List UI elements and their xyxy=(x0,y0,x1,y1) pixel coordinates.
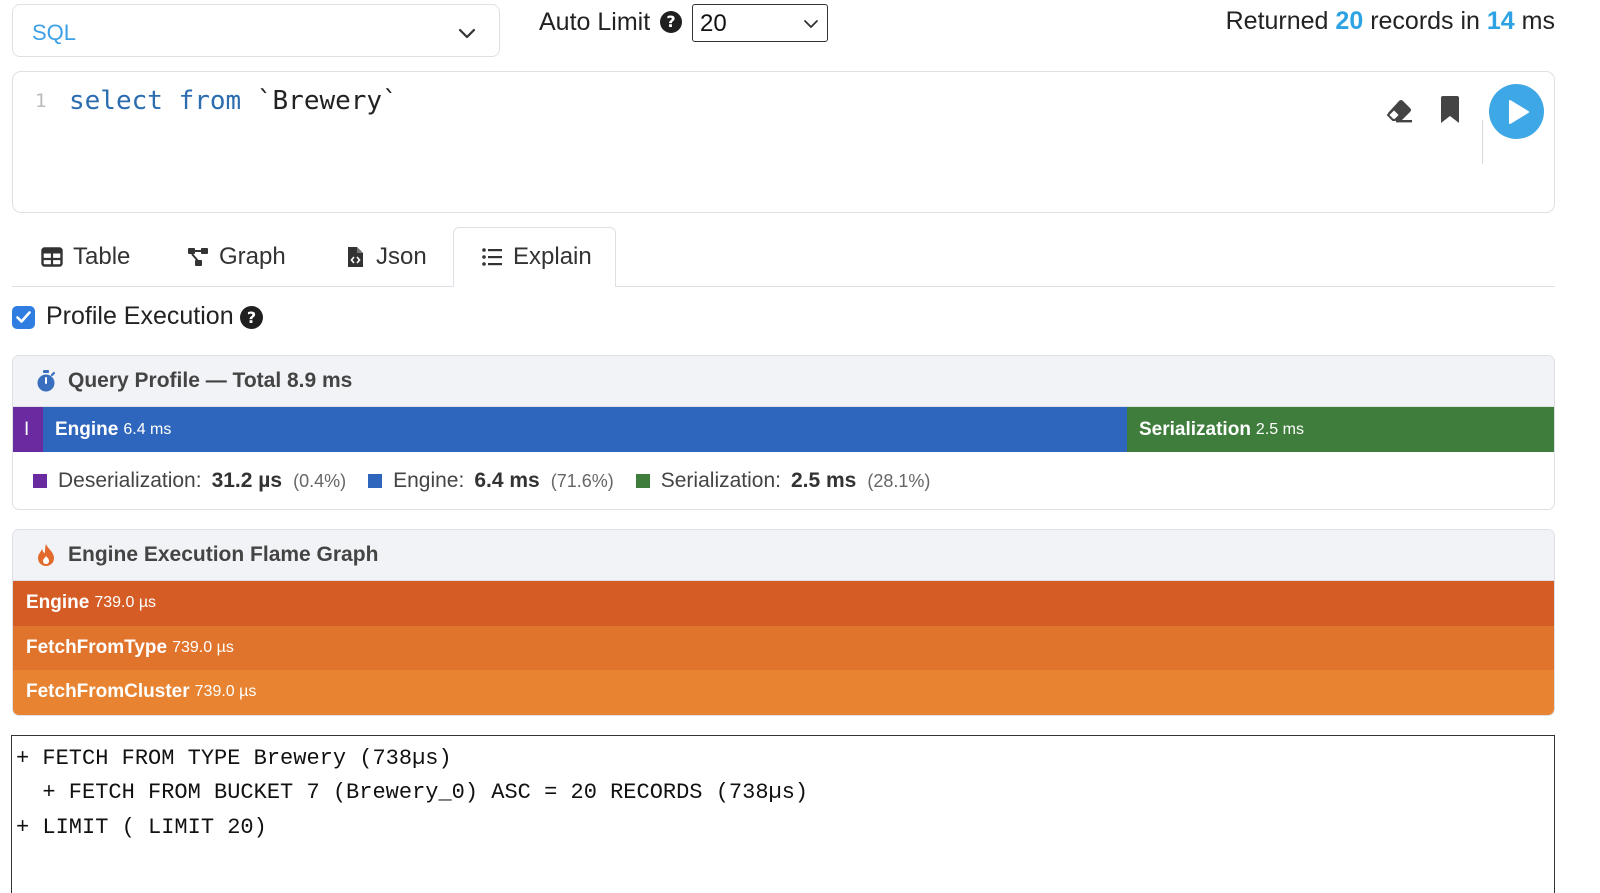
plan-line: + FETCH FROM TYPE Brewery (738µs) xyxy=(16,746,452,771)
json-file-icon xyxy=(348,247,363,267)
returned-time: 14 xyxy=(1486,7,1515,35)
serialization-segment-name: Serialization xyxy=(1139,418,1251,440)
language-select[interactable]: SQL xyxy=(12,4,500,57)
query-profile-card: Query Profile — Total 8.9 ms I Engine 6.… xyxy=(12,355,1555,510)
flame-row-time: 739.0 µs xyxy=(194,683,257,701)
result-summary: Returned 20 records in 14 ms xyxy=(1226,7,1555,36)
query-editor[interactable]: 1 select from `Brewery` xyxy=(12,71,1555,213)
legend-item-deserialization: Deserialization: 31.2 µs (0.4%) xyxy=(33,469,346,493)
play-icon xyxy=(1509,100,1529,124)
returned-middle: records in xyxy=(1370,7,1480,35)
flame-graph-header: Engine Execution Flame Graph xyxy=(13,530,1554,581)
tabs-divider xyxy=(12,286,1555,287)
flame-row-fetchfromtype[interactable]: FetchFromType 739.0 µs xyxy=(13,625,1554,670)
returned-unit: ms xyxy=(1521,7,1555,35)
legend-name: Serialization: xyxy=(660,469,781,492)
language-value: SQL xyxy=(32,20,77,45)
stopwatch-icon xyxy=(37,370,56,392)
keyword-select: select xyxy=(69,86,163,116)
tab-json[interactable]: Json xyxy=(344,240,427,274)
chevron-down-icon xyxy=(804,20,818,28)
query-identifier: `Brewery` xyxy=(256,86,398,116)
legend-swatch xyxy=(635,474,650,488)
deserialization-segment[interactable]: I xyxy=(13,407,43,452)
legend-value: 6.4 ms xyxy=(474,469,540,492)
legend-value: 2.5 ms xyxy=(790,469,857,492)
flame-graph-title: Engine Execution Flame Graph xyxy=(68,543,379,566)
query-code[interactable]: select from `Brewery` xyxy=(69,86,398,116)
toolbar-divider xyxy=(1482,120,1483,164)
serialization-segment[interactable]: Serialization 2.5 ms xyxy=(1127,407,1554,452)
tab-explain[interactable]: Explain xyxy=(481,240,592,274)
flame-graph-card: Engine Execution Flame Graph Engine 739.… xyxy=(12,529,1555,716)
list-icon xyxy=(482,248,502,266)
legend-item-engine: Engine: 6.4 ms (71.6%) xyxy=(368,469,614,493)
legend-name: Deserialization: xyxy=(58,469,202,492)
tab-graph-label: Graph xyxy=(219,243,286,270)
query-profile-header: Query Profile — Total 8.9 ms xyxy=(13,356,1554,407)
profile-execution-label: Profile Execution xyxy=(46,302,234,330)
engine-segment-time: 6.4 ms xyxy=(123,420,172,438)
plan-line: + LIMIT ( LIMIT 20) xyxy=(16,815,267,840)
auto-limit-help-icon[interactable]: ? xyxy=(660,11,682,33)
returned-count: 20 xyxy=(1335,7,1364,35)
line-number: 1 xyxy=(35,90,47,112)
chevron-down-icon xyxy=(458,28,476,39)
explain-plan-output[interactable]: + FETCH FROM TYPE Brewery (738µs) + FETC… xyxy=(11,735,1555,893)
legend-percent: (28.1%) xyxy=(867,470,931,491)
flame-row-fetchfromcluster[interactable]: FetchFromCluster 739.0 µs xyxy=(13,670,1554,715)
table-icon xyxy=(41,247,63,267)
auto-limit-label: Auto Limit xyxy=(539,8,651,36)
auto-limit-value: 20 xyxy=(700,10,727,37)
profile-bar: I Engine 6.4 ms Serialization 2.5 ms xyxy=(13,407,1554,452)
tab-graph[interactable]: Graph xyxy=(187,240,286,274)
graph-icon xyxy=(188,248,208,266)
checkmark-icon xyxy=(16,311,31,323)
tab-table-label: Table xyxy=(73,243,131,270)
legend-swatch xyxy=(33,474,47,488)
keyword-from: from xyxy=(178,86,242,116)
query-profile-title: Query Profile — Total 8.9 ms xyxy=(68,369,353,392)
auto-limit-select[interactable]: 20 xyxy=(692,4,828,42)
engine-segment-name: Engine xyxy=(55,418,119,440)
legend-name: Engine: xyxy=(393,469,465,492)
profile-execution-checkbox[interactable] xyxy=(12,306,35,329)
serialization-segment-time: 2.5 ms xyxy=(1255,420,1304,438)
fire-icon xyxy=(38,544,54,566)
flame-row-name: FetchFromType xyxy=(26,636,168,658)
legend-value: 31.2 µs xyxy=(211,469,283,492)
legend-swatch xyxy=(368,474,383,488)
flame-row-name: FetchFromCluster xyxy=(26,681,190,703)
tab-json-label: Json xyxy=(376,243,427,270)
profile-help-icon[interactable]: ? xyxy=(240,306,263,329)
tab-explain-label: Explain xyxy=(513,243,592,270)
legend-percent: (71.6%) xyxy=(550,470,614,491)
flame-row-time: 739.0 µs xyxy=(94,594,157,612)
plan-line: + FETCH FROM BUCKET 7 (Brewery_0) ASC = … xyxy=(16,780,809,805)
eraser-icon[interactable] xyxy=(1384,96,1414,124)
profile-legend: Deserialization: 31.2 µs (0.4%) Engine: … xyxy=(13,452,1554,509)
legend-percent: (0.4%) xyxy=(293,470,347,491)
tab-table[interactable]: Table xyxy=(41,240,130,274)
deserialization-segment-label: I xyxy=(24,418,30,440)
engine-segment[interactable]: Engine 6.4 ms xyxy=(43,407,1127,452)
bookmark-icon[interactable] xyxy=(1440,96,1460,124)
returned-prefix: Returned xyxy=(1225,7,1329,35)
legend-item-serialization: Serialization: 2.5 ms (28.1%) xyxy=(635,469,931,493)
flame-row-time: 739.0 µs xyxy=(172,638,234,656)
flame-row-name: Engine xyxy=(26,592,90,614)
flame-row-engine[interactable]: Engine 739.0 µs xyxy=(13,581,1554,626)
run-query-button[interactable] xyxy=(1489,84,1544,139)
